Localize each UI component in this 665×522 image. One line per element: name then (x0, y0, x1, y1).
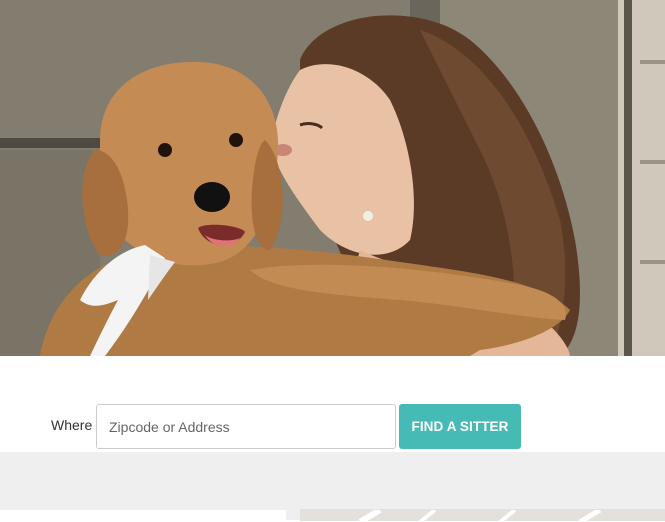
map-roads (358, 509, 602, 521)
results-panel (0, 510, 286, 522)
find-a-sitter-button[interactable]: FIND A SITTER (399, 404, 521, 449)
where-label: Where (51, 417, 93, 433)
map-view[interactable] (300, 509, 665, 521)
location-search-input[interactable] (96, 404, 396, 449)
hero-photo (0, 0, 665, 356)
hero-illustration (0, 0, 665, 356)
